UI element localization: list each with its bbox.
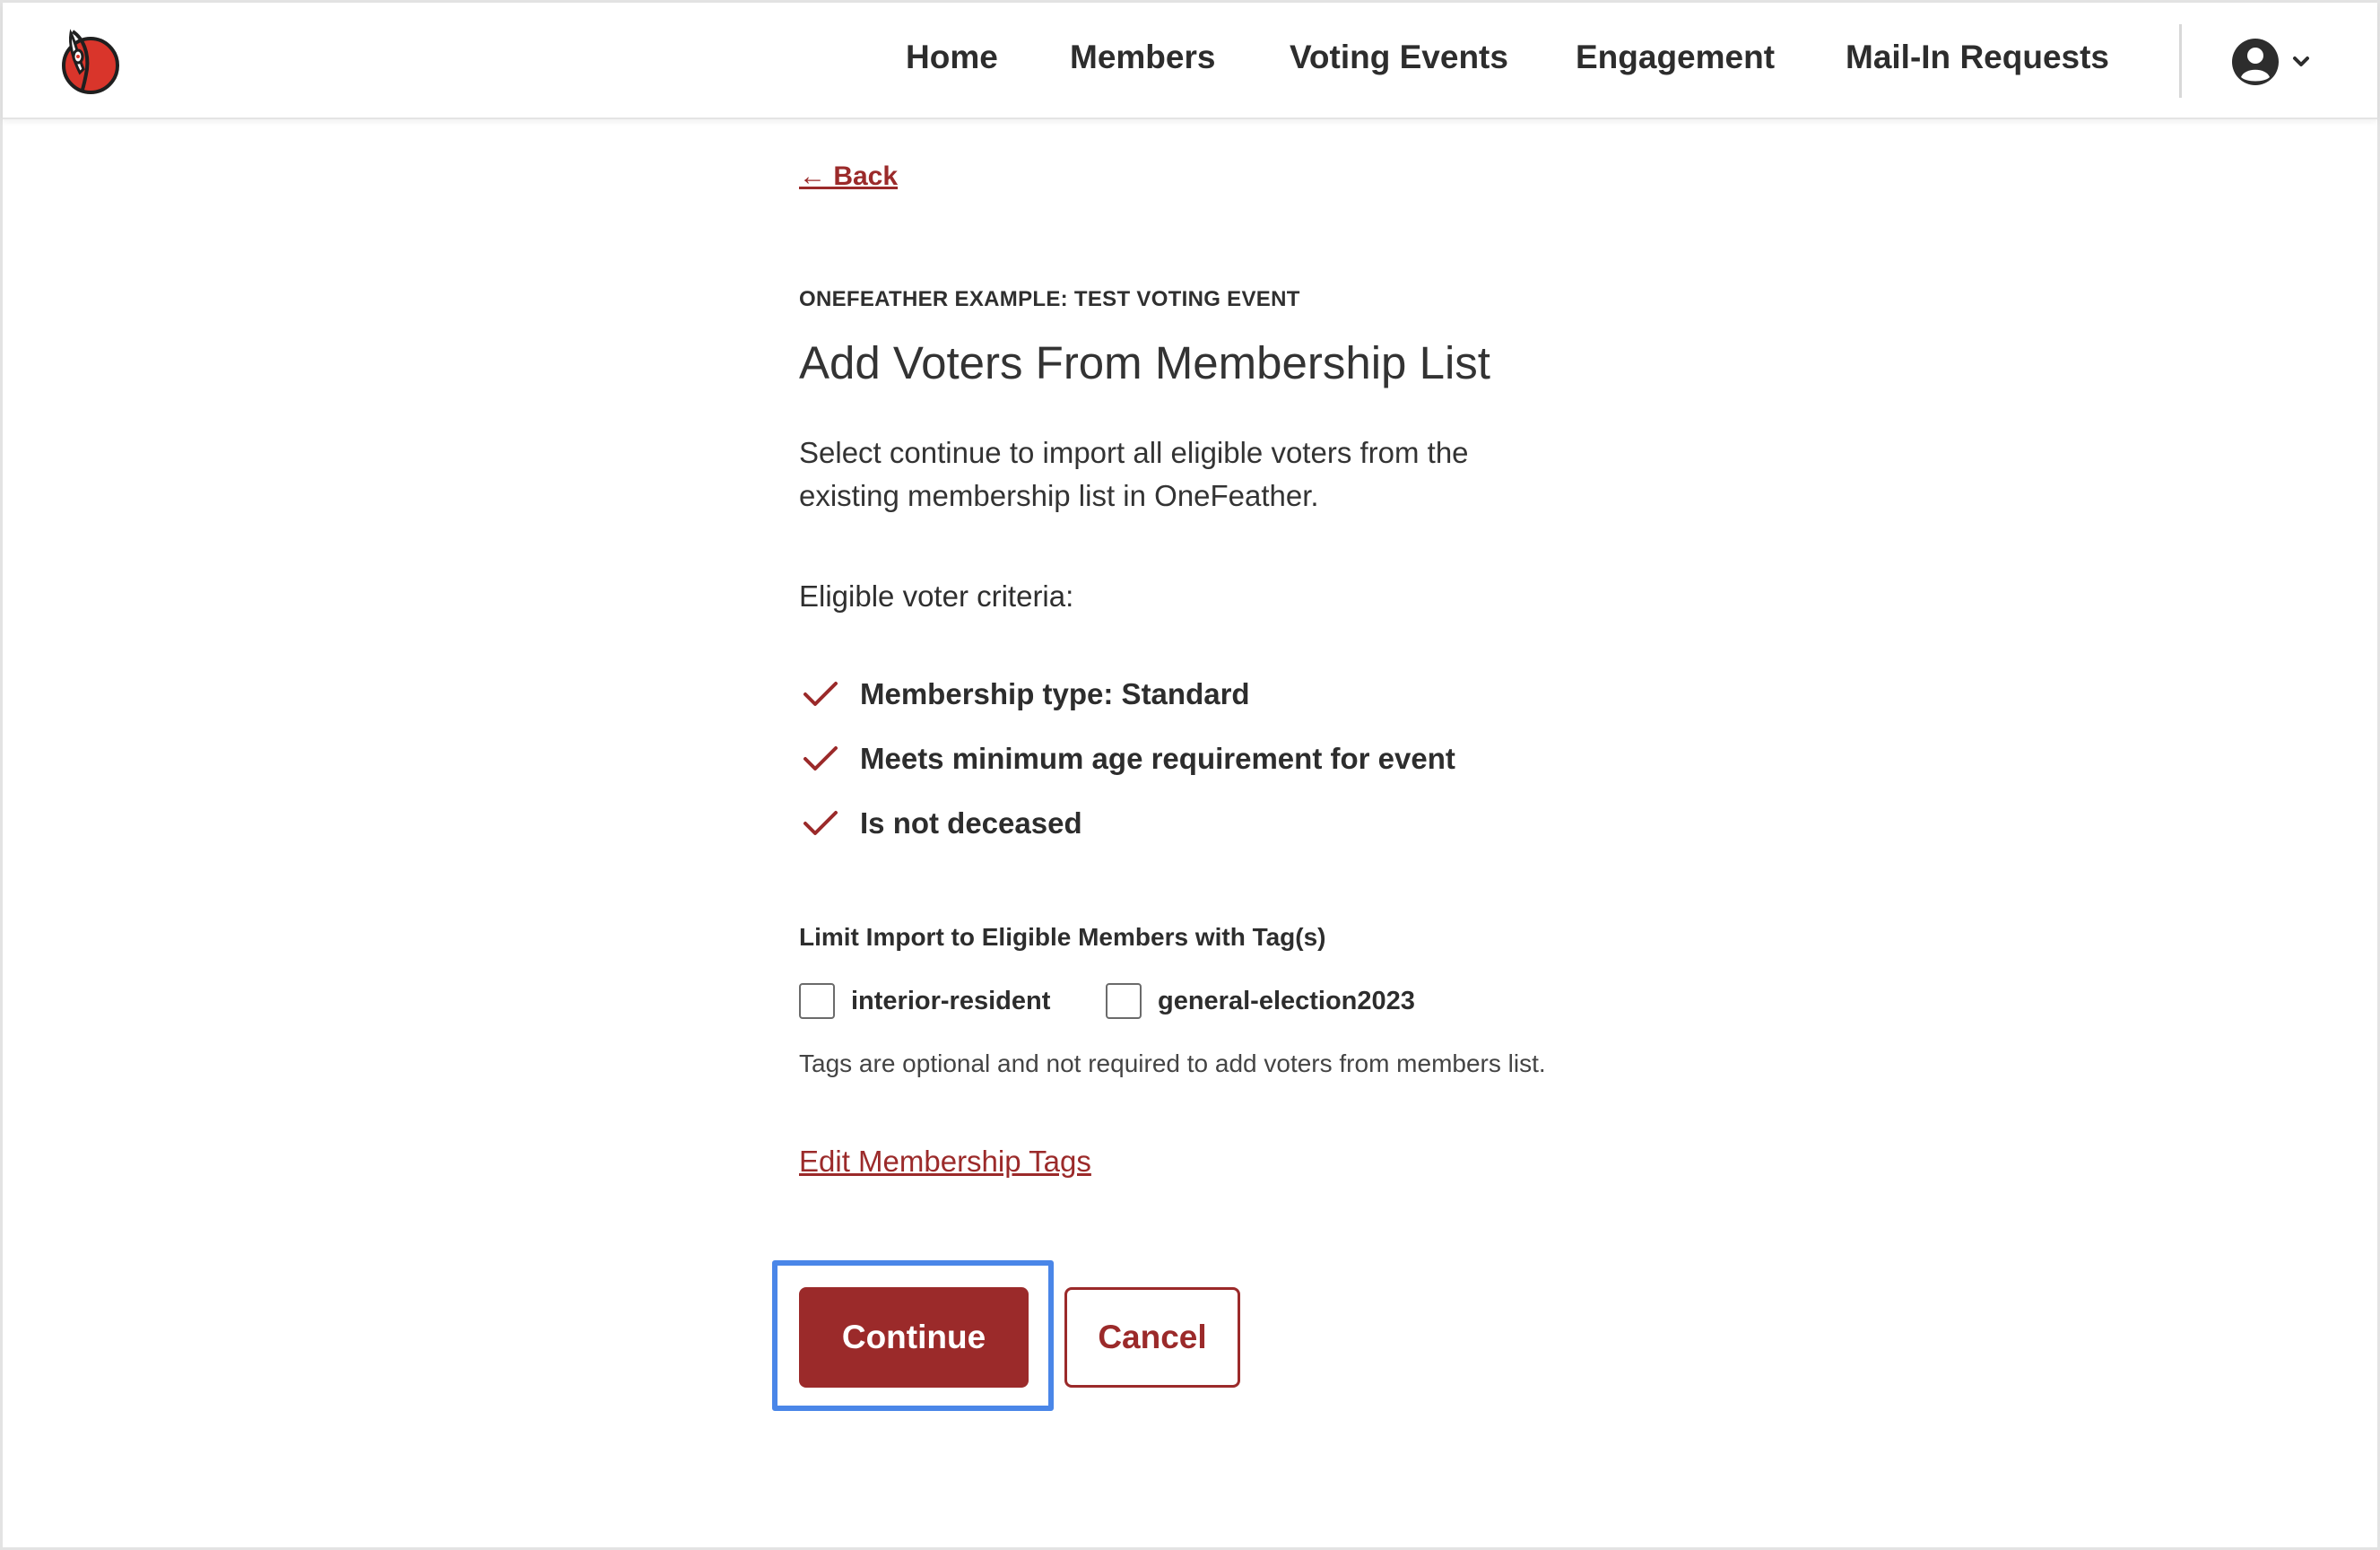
checkbox[interactable] (799, 983, 835, 1019)
account-menu-button[interactable] (2230, 37, 2316, 87)
checkmark-icon (803, 811, 838, 835)
page-description: Select continue to import all eligible v… (799, 436, 1469, 512)
cancel-button[interactable]: Cancel (1064, 1287, 1240, 1388)
continue-button[interactable]: Continue (799, 1287, 1029, 1388)
tags-help-text: Tags are optional and not required to ad… (799, 1049, 1546, 1077)
criteria-item: Membership type: Standard (799, 662, 1455, 727)
back-link[interactable]: ← Back (799, 161, 898, 192)
tag-checkbox-interior-resident[interactable]: interior-resident (799, 983, 1050, 1019)
top-navigation-bar: Home Members Voting Events Engagement Ma… (3, 3, 2377, 119)
tag-checkbox-general-election2023[interactable]: general-election2023 (1106, 983, 1415, 1019)
page-title: Add Voters From Membership List (799, 337, 1490, 388)
chevron-down-icon (2293, 57, 2309, 66)
nav-voting-events[interactable]: Voting Events (1290, 39, 1508, 76)
criteria-text: Membership type: Standard (860, 677, 1250, 710)
checkbox[interactable] (1106, 983, 1142, 1019)
main-nav: Home Members Voting Events Engagement Ma… (3, 3, 2377, 119)
criteria-text: Is not deceased (860, 806, 1082, 840)
criteria-list: Membership type: Standard Meets minimum … (799, 662, 1455, 856)
tag-label: general-election2023 (1158, 986, 1415, 1015)
app-window: Home Members Voting Events Engagement Ma… (0, 0, 2380, 1550)
checkmark-icon (803, 682, 838, 706)
nav-members[interactable]: Members (1070, 39, 1215, 76)
tags-filter-label: Limit Import to Eligible Members with Ta… (799, 923, 1326, 951)
nav-home[interactable]: Home (906, 39, 998, 76)
tag-label: interior-resident (851, 986, 1051, 1015)
criteria-item: Meets minimum age requirement for event (799, 727, 1455, 791)
criteria-item: Is not deceased (799, 791, 1455, 856)
checkmark-icon (803, 746, 838, 771)
nav-engagement[interactable]: Engagement (1576, 39, 1775, 76)
user-circle-icon (2232, 39, 2279, 85)
nav-divider (2179, 24, 2182, 98)
criteria-label: Eligible voter criteria: (799, 579, 1074, 613)
criteria-text: Meets minimum age requirement for event (860, 742, 1455, 775)
nav-mail-in-requests[interactable]: Mail-In Requests (1846, 39, 2109, 76)
edit-membership-tags-link[interactable]: Edit Membership Tags (799, 1145, 1091, 1179)
event-name-eyebrow: ONEFEATHER EXAMPLE: TEST VOTING EVENT (799, 287, 1300, 311)
